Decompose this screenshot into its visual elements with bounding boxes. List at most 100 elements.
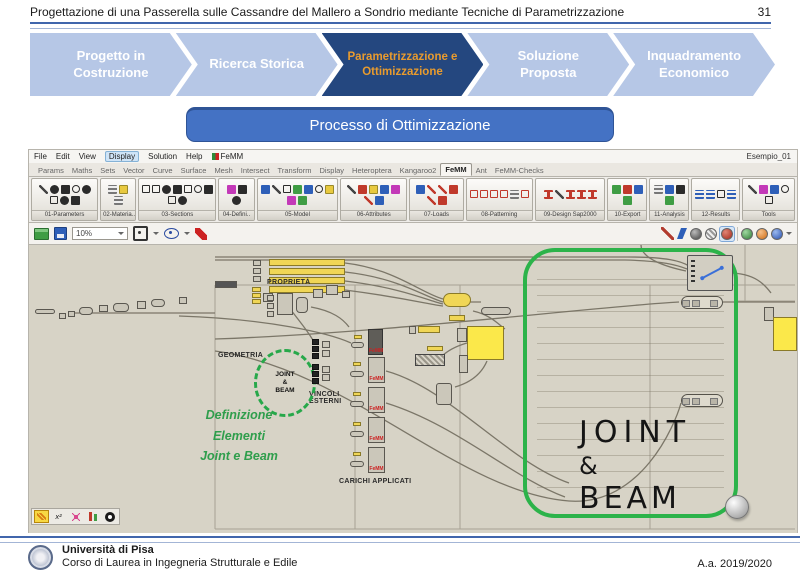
menu-view[interactable]: View xyxy=(79,152,96,161)
tool-icon[interactable] xyxy=(555,190,564,199)
panel-node[interactable] xyxy=(418,326,440,333)
tool-icon[interactable] xyxy=(304,185,313,194)
node[interactable] xyxy=(253,260,261,266)
toolbar-group-loads[interactable]: 07-Loads xyxy=(409,178,463,221)
tool-icon[interactable] xyxy=(293,185,302,194)
tool-icon[interactable] xyxy=(364,196,373,205)
hatched-panel[interactable] xyxy=(415,354,445,366)
group-label[interactable]: 01-Parameters xyxy=(32,210,97,220)
toolbar-group-design-sap2000[interactable]: 09-Design Sap2000 xyxy=(535,178,606,221)
menu-solution[interactable]: Solution xyxy=(148,152,177,161)
tool-icon[interactable] xyxy=(283,185,291,193)
slider-node[interactable] xyxy=(252,299,261,304)
preview-orange-sphere-icon[interactable] xyxy=(756,228,768,240)
tool-icon[interactable] xyxy=(119,185,128,194)
tool-icon[interactable] xyxy=(770,185,779,194)
node[interactable] xyxy=(326,285,338,295)
input-node[interactable] xyxy=(350,431,364,437)
number-slider[interactable] xyxy=(269,268,345,275)
group-label[interactable]: 04-Defini.. xyxy=(219,210,253,220)
node[interactable] xyxy=(277,293,293,315)
toolbar-group-definitions[interactable]: 04-Defini.. xyxy=(218,178,254,221)
chevron-down-icon[interactable] xyxy=(184,232,190,235)
trackball-icon[interactable] xyxy=(725,495,749,519)
input-node[interactable] xyxy=(354,335,362,339)
tool-icon[interactable] xyxy=(449,185,458,194)
toolbar-group-analysis[interactable]: 11-Analysis xyxy=(649,178,689,221)
toolbar-group-sections[interactable]: 03-Sections xyxy=(138,178,216,221)
input-node[interactable] xyxy=(353,392,361,396)
node[interactable] xyxy=(312,378,319,384)
input-node[interactable] xyxy=(350,461,364,467)
draw-pen-icon[interactable] xyxy=(661,227,674,240)
expression-tool-icon[interactable]: x² xyxy=(51,510,66,523)
group-label[interactable]: 03-Sections xyxy=(139,210,215,220)
display-red-sphere-icon[interactable] xyxy=(721,228,733,240)
display-dark-sphere-icon[interactable] xyxy=(690,228,702,240)
tool-icon[interactable] xyxy=(416,185,425,194)
tool-icon[interactable] xyxy=(60,196,69,205)
tool-icon[interactable] xyxy=(727,190,736,199)
tool-icon[interactable] xyxy=(676,185,685,194)
tool-icon[interactable] xyxy=(358,185,367,194)
menu-edit[interactable]: Edit xyxy=(56,152,70,161)
group-label[interactable]: 02-Materia.. xyxy=(101,210,135,220)
tool-icon[interactable] xyxy=(577,190,586,199)
panel-node[interactable] xyxy=(443,293,471,307)
node[interactable] xyxy=(296,297,308,313)
tool-icon[interactable] xyxy=(325,185,334,194)
tool-icon[interactable] xyxy=(50,185,59,194)
tool-icon[interactable] xyxy=(695,190,704,199)
node[interactable] xyxy=(436,383,452,405)
node[interactable] xyxy=(179,297,187,304)
tool-icon[interactable] xyxy=(178,196,187,205)
preview-green-sphere-icon[interactable] xyxy=(741,228,753,240)
panel-large[interactable] xyxy=(467,326,504,360)
tool-icon[interactable] xyxy=(438,196,447,205)
tab-femm-checks[interactable]: FeMM-Checks xyxy=(491,165,548,176)
tool-icon[interactable] xyxy=(427,196,436,205)
tab-vector[interactable]: Vector xyxy=(119,165,148,176)
channel-sliders-icon[interactable] xyxy=(85,510,100,523)
tool-icon[interactable] xyxy=(232,196,241,205)
sketch-tool-icon[interactable] xyxy=(34,510,49,523)
chevron-down-icon[interactable] xyxy=(786,232,792,235)
node[interactable] xyxy=(137,301,146,309)
tool-icon[interactable] xyxy=(470,190,478,198)
tool-icon[interactable] xyxy=(204,185,213,194)
tab-surface[interactable]: Surface xyxy=(177,165,211,176)
toolbar-group-export[interactable]: 10-Export xyxy=(607,178,647,221)
node[interactable] xyxy=(267,303,274,309)
panel-node[interactable] xyxy=(427,346,443,351)
toolbar-group-attributes[interactable]: 06-Attributes xyxy=(340,178,407,221)
tool-icon[interactable] xyxy=(72,185,80,193)
paint-icon[interactable] xyxy=(677,228,687,239)
node[interactable] xyxy=(267,311,274,317)
tool-icon[interactable] xyxy=(61,185,70,194)
input-node[interactable] xyxy=(353,422,361,426)
panel-large[interactable] xyxy=(773,317,797,351)
node[interactable] xyxy=(79,307,93,315)
tool-icon[interactable] xyxy=(287,196,296,205)
group-label[interactable]: 06-Attributes xyxy=(341,210,406,220)
group-chip[interactable] xyxy=(215,281,237,288)
input-node[interactable] xyxy=(351,342,364,348)
node[interactable] xyxy=(312,364,319,370)
group-label[interactable]: 10-Export xyxy=(608,210,646,220)
menu-help[interactable]: Help xyxy=(186,152,202,161)
save-icon[interactable] xyxy=(54,227,67,240)
preview-eye-icon[interactable] xyxy=(164,228,179,239)
tab-params[interactable]: Params xyxy=(34,165,68,176)
femm-component[interactable]: FeMM xyxy=(368,387,385,413)
node[interactable] xyxy=(312,339,319,345)
tool-icon[interactable] xyxy=(261,185,270,194)
femm-component-selected[interactable]: FeMM xyxy=(368,329,383,355)
tool-icon[interactable] xyxy=(82,185,91,194)
tool-icon[interactable] xyxy=(566,190,575,199)
node[interactable] xyxy=(322,350,330,357)
tool-icon[interactable] xyxy=(108,185,117,194)
grasshopper-canvas[interactable]: PROPRIETÀ GEOMETRIA VINCOLI ESTERNI CARI… xyxy=(29,245,797,533)
slider-node[interactable] xyxy=(252,293,261,298)
tool-icon[interactable] xyxy=(748,185,757,194)
node[interactable] xyxy=(322,374,330,381)
